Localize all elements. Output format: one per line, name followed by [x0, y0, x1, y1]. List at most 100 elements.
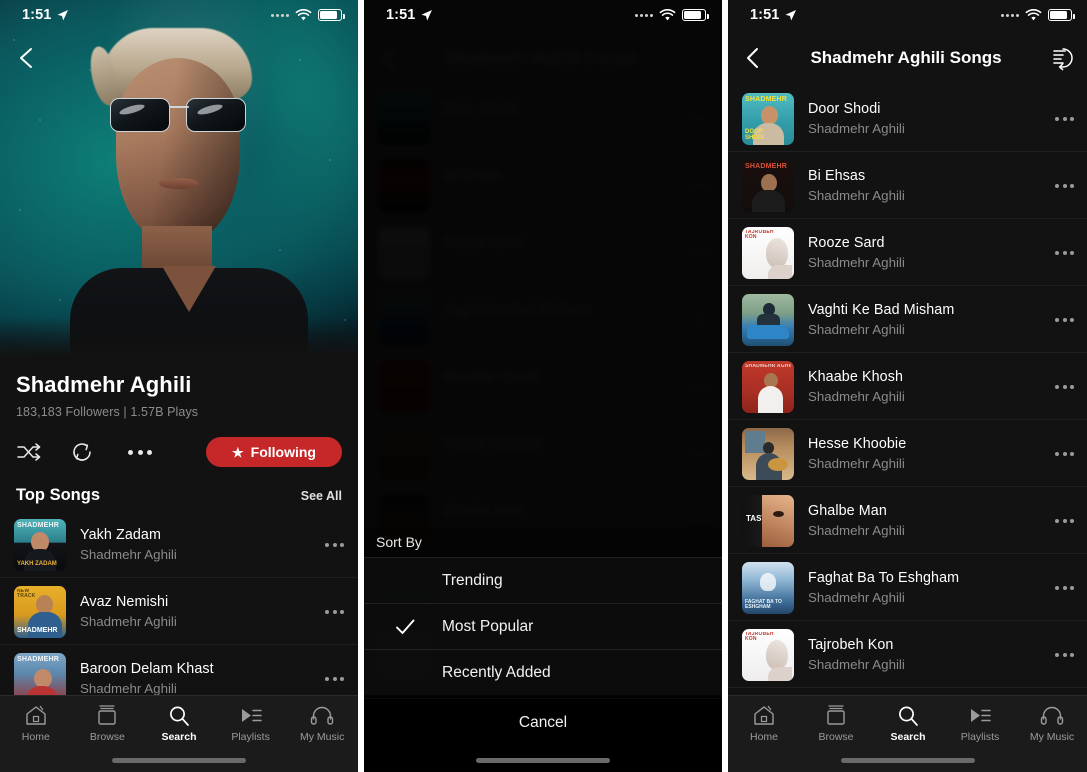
table-row[interactable]: SHADMEHR DOOR SHODI Door Shodi Shadmehr A…	[728, 85, 1087, 152]
song-more-button[interactable]	[1047, 183, 1074, 188]
signal-dots-icon	[635, 13, 653, 17]
tab-browse[interactable]: Browse	[800, 704, 872, 743]
song-text: Hesse Khoobie Shadmehr Aghili	[808, 436, 1047, 471]
album-art: NEW TRACK SHADMEHR	[14, 585, 66, 638]
status-time-group: 1:51	[386, 7, 433, 23]
song-more-button[interactable]	[1047, 116, 1074, 121]
search-icon	[168, 704, 190, 727]
tab-my-music[interactable]: My Music	[286, 704, 358, 743]
home-indicator	[476, 758, 610, 763]
song-artist: Shadmehr Aghili	[80, 614, 177, 629]
repeat-button[interactable]	[70, 437, 124, 467]
bottom-tab-bar: Home Browse Search Playlists My Music	[728, 695, 1087, 772]
song-text: Door Shodi Shadmehr Aghili	[808, 101, 1047, 136]
song-more-button[interactable]	[1047, 317, 1074, 322]
page-title: Shadmehr Aghili Songs	[810, 47, 1002, 67]
following-button[interactable]: ★ Following	[206, 437, 342, 467]
song-title: Bi Ehsas	[808, 168, 866, 184]
table-row[interactable]: NEW TRACK SHADMEHR Avaz Nemishi Shadmehr …	[0, 578, 358, 645]
tab-my-music[interactable]: My Music	[1016, 704, 1087, 743]
song-text: Khaabe Khosh Shadmehr Aghili	[808, 369, 1047, 404]
tab-label: Home	[749, 731, 778, 743]
playlists-icon	[239, 704, 263, 727]
sort-icon[interactable]	[1048, 45, 1074, 71]
status-time-group: 1:51	[22, 7, 69, 23]
song-artist: Shadmehr Aghili	[808, 188, 905, 203]
tab-search[interactable]: Search	[143, 704, 215, 743]
album-art: SHADMEHR AGHILI	[742, 360, 794, 413]
sort-option-trending[interactable]: Trending	[364, 557, 722, 603]
song-more-button[interactable]	[1047, 652, 1074, 657]
shuffle-button[interactable]	[16, 437, 70, 467]
battery-icon	[682, 9, 709, 21]
table-row[interactable]: SHADMEHR Bi Ehsas Shadmehr Aghili	[728, 152, 1087, 219]
status-time: 1:51	[22, 7, 52, 23]
tab-browse[interactable]: Browse	[72, 704, 144, 743]
back-button[interactable]	[14, 45, 40, 71]
table-row[interactable]: TASVIR Ghalbe Man Shadmehr Aghili	[728, 487, 1087, 554]
tab-label: Playlists	[960, 731, 1000, 743]
song-text: Ghalbe Man Shadmehr Aghili	[808, 503, 1047, 538]
sort-option-recently-added[interactable]: Recently Added	[364, 649, 722, 695]
tab-label: My Music	[1029, 731, 1075, 743]
bottom-tab-bar: Home Browse Search Playlists My Music	[0, 695, 358, 772]
wifi-icon	[295, 8, 312, 20]
cancel-button[interactable]: Cancel	[364, 698, 722, 746]
home-indicator	[841, 758, 975, 763]
browse-icon	[825, 704, 847, 727]
artist-more-button[interactable]	[124, 437, 178, 467]
song-more-button[interactable]	[317, 609, 344, 614]
tab-playlists[interactable]: Playlists	[215, 704, 287, 743]
tab-playlists[interactable]: Playlists	[944, 704, 1016, 743]
song-text: Bi Ehsas Shadmehr Aghili	[808, 168, 1047, 203]
song-title: Avaz Nemishi	[80, 594, 169, 610]
song-more-button[interactable]	[317, 542, 344, 547]
artist-name: Shadmehr Aghili	[16, 372, 192, 397]
battery-icon	[1048, 9, 1075, 21]
song-text: Baroon Delam Khast Shadmehr Aghili	[80, 661, 317, 696]
status-time: 1:51	[386, 7, 416, 23]
song-artist: Shadmehr Aghili	[80, 681, 177, 696]
song-more-button[interactable]	[1047, 384, 1074, 389]
song-more-button[interactable]	[1047, 250, 1074, 255]
song-title: Khaabe Khosh	[808, 369, 904, 385]
table-row[interactable]: TAJROBEH KON Rooze Sard Shadmehr Aghili	[728, 219, 1087, 286]
song-artist: Shadmehr Aghili	[808, 456, 905, 471]
song-text: Tajrobeh Kon Shadmehr Aghili	[808, 637, 1047, 672]
song-text: Faghat Ba To Eshgham Shadmehr Aghili	[808, 570, 1047, 605]
wifi-icon	[659, 8, 676, 20]
song-artist: Shadmehr Aghili	[808, 590, 905, 605]
table-row[interactable]: Hesse Khoobie Shadmehr Aghili	[728, 420, 1087, 487]
table-row[interactable]: TAJROBEH KON Tajrobeh Kon Shadmehr Aghili	[728, 621, 1087, 688]
battery-icon	[318, 9, 345, 21]
table-row[interactable]: FAGHAT BA TO ESHGHAM Faghat Ba To Eshgham…	[728, 554, 1087, 621]
song-text: Rooze Sard Shadmehr Aghili	[808, 235, 1047, 270]
signal-dots-icon	[1001, 13, 1019, 17]
more-options-icon	[128, 449, 152, 455]
song-more-button[interactable]	[1047, 585, 1074, 590]
song-title: Door Shodi	[808, 101, 881, 117]
table-row[interactable]: SHADMEHR YAKH ZADAM Yakh Zadam Shadmehr …	[0, 511, 358, 578]
shuffle-icon	[17, 443, 41, 461]
table-row[interactable]: Vaghti Ke Bad Misham Shadmehr Aghili	[728, 286, 1087, 353]
tab-search[interactable]: Search	[872, 704, 944, 743]
song-more-button[interactable]	[317, 676, 344, 681]
song-more-button[interactable]	[1047, 518, 1074, 523]
sort-option-most-popular[interactable]: Most Popular	[364, 603, 722, 649]
tab-home[interactable]: Home	[728, 704, 800, 743]
see-all-link[interactable]: See All	[301, 489, 342, 503]
back-button[interactable]	[742, 45, 764, 71]
album-art	[742, 293, 794, 346]
status-time: 1:51	[750, 7, 780, 23]
panel-artist-profile: 1:51 Shadmehr Aghili 183,183 Followers |…	[0, 0, 358, 772]
top-songs-header: Top Songs See All	[16, 486, 342, 505]
song-title: Tajrobeh Kon	[808, 637, 894, 653]
panel-songs-list: 1:51 Shadmehr Aghili Songs SHADMEHR DOOR…	[728, 0, 1087, 772]
album-art: TASVIR	[742, 494, 794, 547]
song-artist: Shadmehr Aghili	[808, 389, 905, 404]
song-more-button[interactable]	[1047, 451, 1074, 456]
table-row[interactable]: SHADMEHR AGHILI Khaabe Khosh Shadmehr Ag…	[728, 353, 1087, 420]
song-artist: Shadmehr Aghili	[808, 255, 905, 270]
tab-home[interactable]: Home	[0, 704, 72, 743]
tab-label: Playlists	[231, 731, 270, 743]
